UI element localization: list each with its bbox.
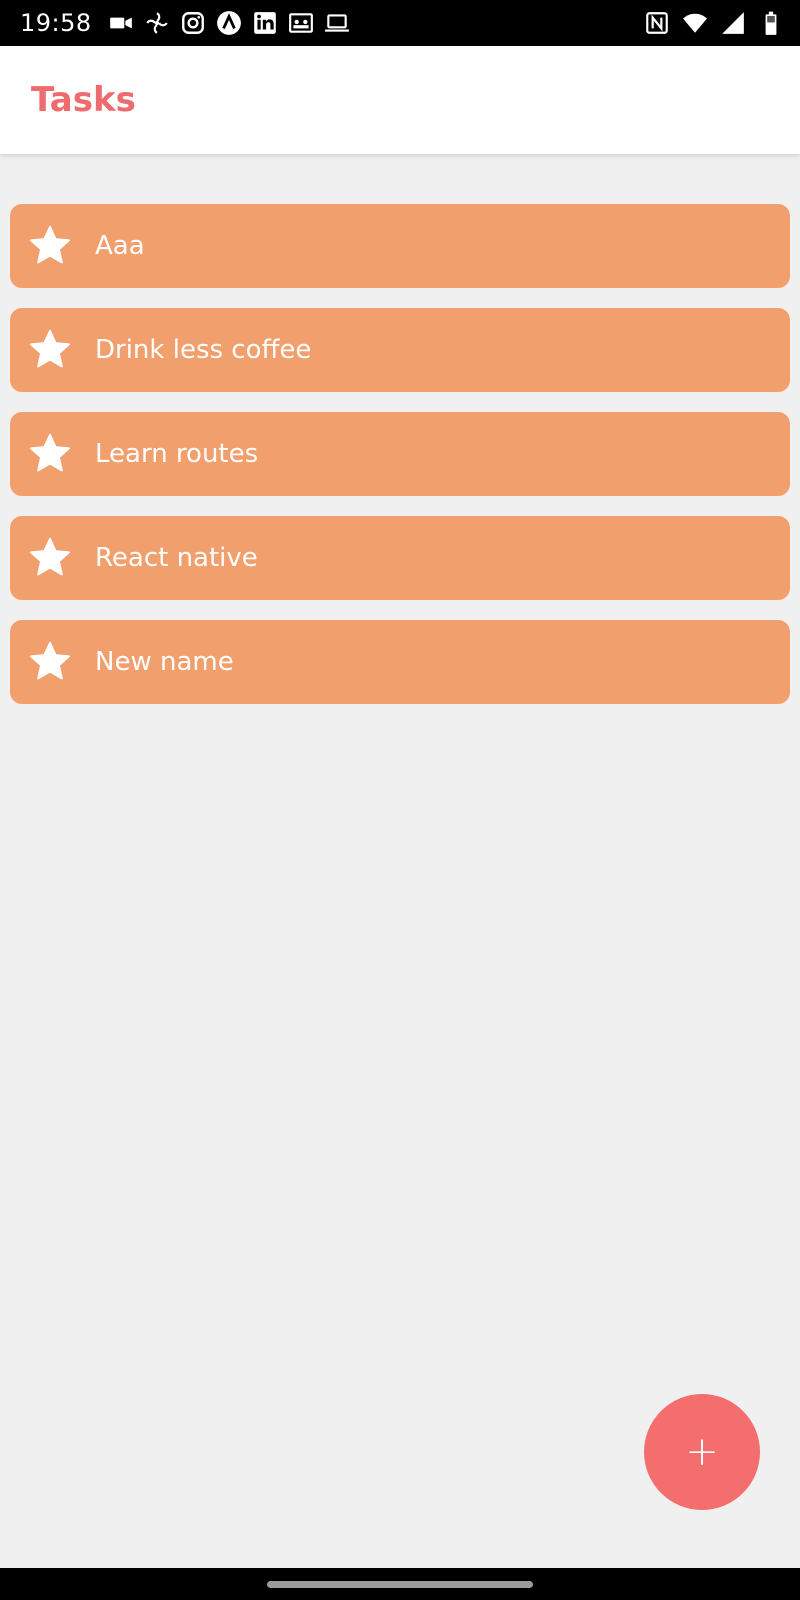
star-icon <box>28 536 72 580</box>
task-item[interactable]: Drink less coffee <box>10 308 790 392</box>
arc-icon <box>216 10 242 36</box>
task-label: React native <box>95 543 258 573</box>
status-bar: 19:58 <box>0 0 800 46</box>
wifi-icon <box>682 10 708 36</box>
star-icon <box>28 432 72 476</box>
app-header: Tasks <box>0 46 800 154</box>
task-item[interactable]: Aaa <box>10 204 790 288</box>
task-label: Drink less coffee <box>95 335 312 365</box>
contacts-icon <box>288 10 314 36</box>
instagram-icon <box>180 10 206 36</box>
laptop-icon <box>324 10 350 36</box>
nfc-icon <box>644 10 670 36</box>
page-title: Tasks <box>31 80 136 120</box>
signal-icon <box>720 10 746 36</box>
video-icon <box>108 10 134 36</box>
plus-icon: + <box>685 1429 719 1475</box>
star-icon <box>28 328 72 372</box>
star-icon <box>28 224 72 268</box>
task-label: Learn routes <box>95 439 259 469</box>
task-item[interactable]: Learn routes <box>10 412 790 496</box>
task-item[interactable]: New name <box>10 620 790 704</box>
task-list: Aaa Drink less coffee Learn routes React… <box>10 204 790 704</box>
task-item[interactable]: React native <box>10 516 790 600</box>
add-task-button[interactable]: + <box>644 1394 760 1510</box>
star-icon <box>28 640 72 684</box>
notification-icons <box>108 10 350 36</box>
status-time: 19:58 <box>20 9 92 37</box>
task-label: Aaa <box>95 231 145 261</box>
system-icons <box>644 10 784 36</box>
home-indicator[interactable] <box>267 1580 533 1588</box>
task-label: New name <box>95 647 234 677</box>
battery-icon <box>758 10 784 36</box>
fan-icon <box>144 10 170 36</box>
navigation-bar <box>0 1568 800 1600</box>
linkedin-icon <box>252 10 278 36</box>
